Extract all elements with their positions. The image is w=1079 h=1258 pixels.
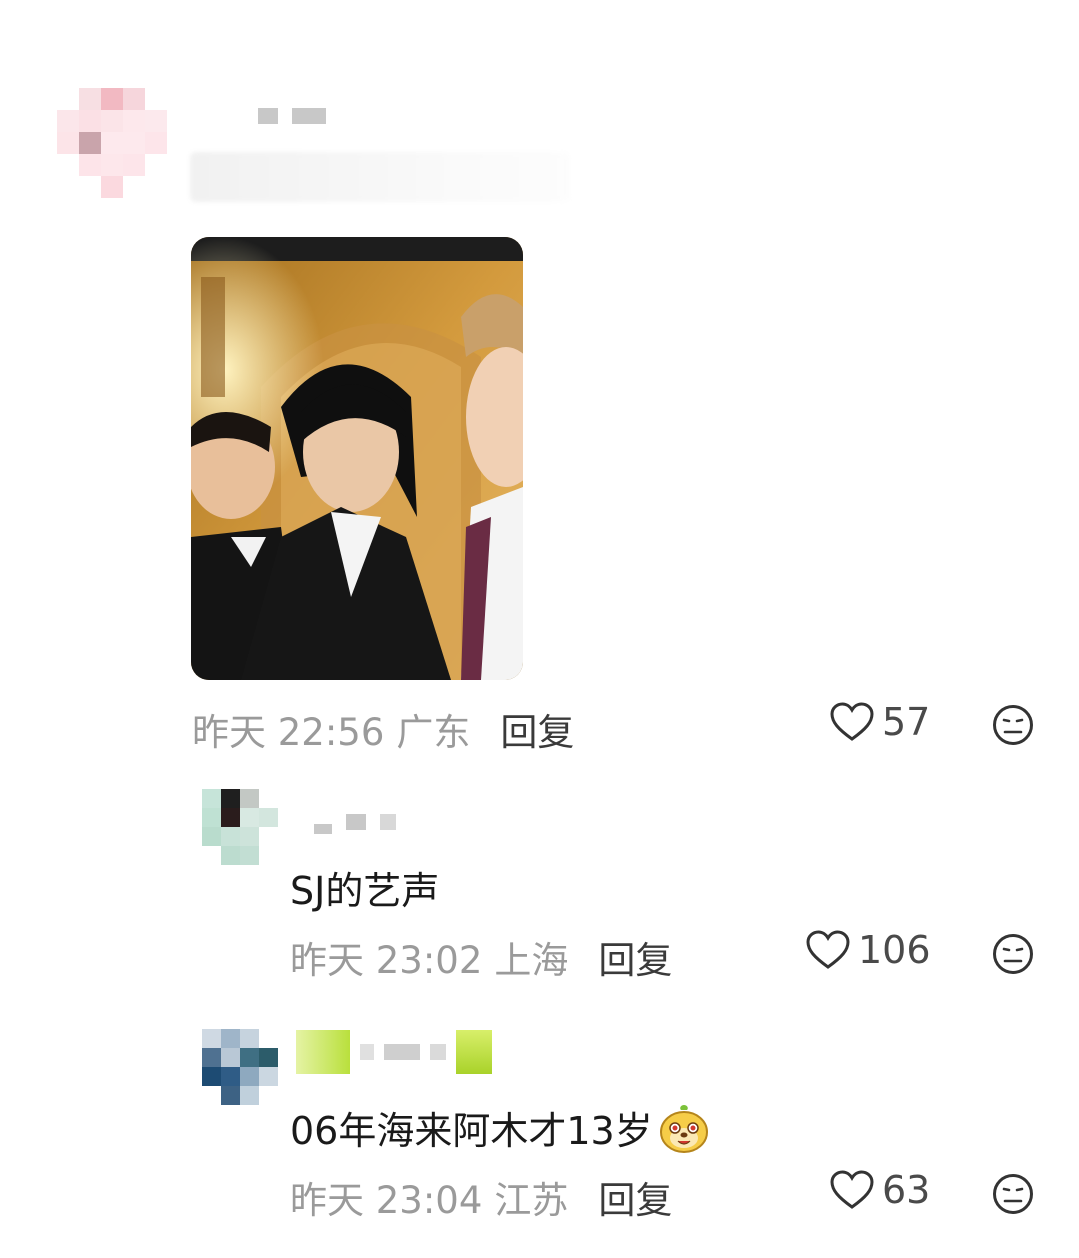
username-blurred[interactable] — [296, 1030, 492, 1074]
reply-button[interactable]: 回复 — [598, 930, 672, 984]
avatar[interactable] — [57, 88, 167, 198]
comment-location: 江苏 — [494, 1179, 569, 1222]
comment-text: SJ的艺声 — [290, 869, 440, 913]
avatar[interactable] — [202, 789, 278, 865]
comment-meta: 昨天 23:02 上海 回复 — [290, 930, 672, 984]
like-count: 106 — [858, 928, 931, 972]
like-count: 63 — [882, 1168, 931, 1212]
reply-button[interactable]: 回复 — [598, 1170, 672, 1224]
comment-text: 06年海来阿木才13岁 — [290, 1100, 711, 1155]
comment-photo[interactable] — [191, 237, 523, 680]
like-button[interactable]: 57 — [830, 700, 930, 744]
heart-outline-icon — [830, 1170, 874, 1209]
photo-illustration — [191, 237, 523, 680]
comment-meta: 昨天 23:04 江苏 回复 — [290, 1170, 672, 1224]
comment-location: 上海 — [494, 939, 569, 982]
neutral-face-icon[interactable] — [992, 704, 1034, 746]
heart-outline-icon — [830, 702, 874, 741]
neutral-face-icon[interactable] — [992, 1173, 1034, 1215]
comment-time: 昨天 23:04 — [290, 1179, 483, 1222]
neutral-face-icon[interactable] — [992, 933, 1034, 975]
avatar[interactable] — [202, 1029, 278, 1105]
comment-meta: 昨天 22:56 广东 回复 — [192, 702, 574, 756]
like-button[interactable]: 106 — [806, 928, 931, 972]
comment-text-blurred — [190, 152, 570, 202]
username-blurred[interactable] — [258, 108, 326, 124]
username-blurred[interactable] — [314, 810, 396, 834]
reply-button[interactable]: 回复 — [500, 702, 574, 756]
comment-time: 昨天 23:02 — [290, 939, 483, 982]
heart-outline-icon — [806, 930, 850, 969]
like-count: 57 — [882, 700, 931, 744]
like-button[interactable]: 63 — [830, 1168, 930, 1212]
comment-location: 广东 — [396, 711, 471, 754]
sticker-emoji-icon — [659, 1104, 708, 1153]
comment-time: 昨天 22:56 — [192, 711, 385, 754]
